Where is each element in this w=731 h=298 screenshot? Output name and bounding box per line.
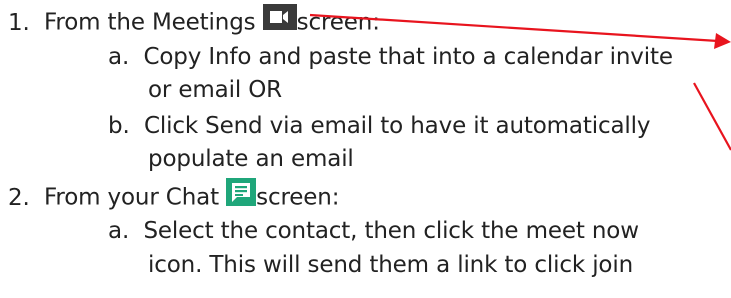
item-1-number: 1.	[8, 9, 30, 36]
item-2a-line-1: a. Select the contact, then click the me…	[108, 216, 639, 246]
item-1a-text-cont: or email OR	[148, 77, 283, 103]
item-2-suffix: screen:	[256, 184, 340, 211]
chat-message-icon	[226, 178, 257, 214]
item-2a-line-2: icon. This will send them a link to clic…	[148, 250, 633, 280]
item-1a-letter: a.	[108, 44, 130, 70]
item-1-suffix: screen:	[296, 9, 380, 36]
item-2-prefix: From your Chat	[43, 184, 219, 211]
item-2-number: 2.	[8, 184, 30, 211]
item-1a-line-2: or email OR	[148, 75, 282, 105]
item-2-heading: 2. From your Chat screen:	[8, 178, 340, 216]
arrow-diagonal-icon	[693, 82, 731, 151]
item-1b-line-1: b. Click Send via email to have it autom…	[108, 111, 651, 141]
item-1a-text: Copy Info and paste that into a calendar…	[143, 44, 673, 70]
item-2a-text: Select the contact, then click the meet …	[143, 218, 639, 244]
item-1b-letter: b.	[108, 113, 130, 139]
item-1b-text: Click Send via email to have it automati…	[143, 113, 651, 139]
video-camera-icon	[262, 4, 297, 38]
item-1a-line-1: a. Copy Info and paste that into a calen…	[108, 42, 673, 72]
item-1b-line-2: populate an email	[148, 144, 354, 174]
item-2a-letter: a.	[108, 218, 130, 244]
item-2a-text-cont: icon. This will send them a link to clic…	[148, 252, 634, 278]
item-1-heading: 1. From the Meetings screen:	[8, 4, 380, 40]
item-1b-text-cont: populate an email	[148, 146, 354, 172]
item-1-prefix: From the Meetings	[43, 9, 256, 36]
